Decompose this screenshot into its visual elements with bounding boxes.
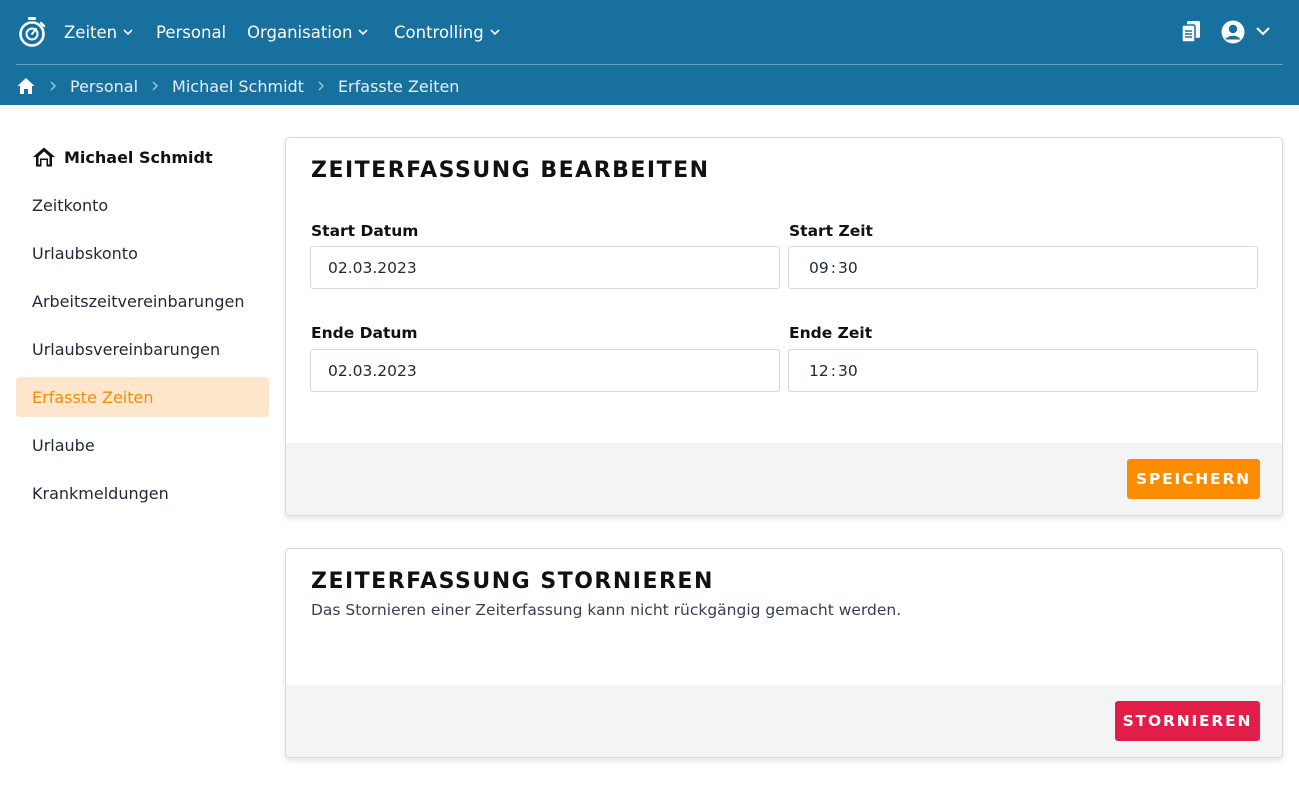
edit-time-entry-card: ZEITERFASSUNG BEARBEITEN Start Datum 02.… — [285, 137, 1283, 516]
top-navigation-bar: Zeiten Personal Organisation Controlling — [0, 0, 1299, 105]
breadcrumb-personal[interactable]: Personal — [70, 77, 138, 96]
sidebar-item-urlaube[interactable]: Urlaube — [16, 425, 269, 465]
start-time-input[interactable]: 09 : 30 — [788, 246, 1258, 289]
sidebar-item-label: Krankmeldungen — [32, 483, 169, 503]
breadcrumb-current[interactable]: Erfasste Zeiten — [338, 77, 460, 96]
start-date-input[interactable]: 02.03.2023 — [310, 246, 780, 289]
start-date-value: 02.03.2023 — [328, 258, 417, 277]
sidebar-item-label: Urlaubsvereinbarungen — [32, 339, 221, 359]
documents-icon[interactable] — [1180, 20, 1202, 44]
end-time-label: Ende Zeit — [789, 324, 873, 342]
end-time-hours[interactable]: 12 — [809, 362, 829, 380]
sidebar-item-label: Zeitkonto — [32, 195, 109, 215]
cancel-time-entry-card: ZEITERFASSUNG STORNIEREN Das Stornieren … — [285, 548, 1283, 758]
user-avatar-icon — [1221, 20, 1270, 44]
nav-personal[interactable]: Personal — [156, 20, 226, 44]
home-icon[interactable] — [16, 76, 36, 96]
nav-controlling[interactable]: Controlling — [394, 20, 501, 44]
nav-organisation[interactable]: Organisation — [247, 20, 369, 44]
nav-personal-label: Personal — [156, 22, 227, 42]
start-time-minutes[interactable]: 30 — [838, 259, 858, 277]
sidebar-item-label: Erfasste Zeiten — [32, 387, 154, 407]
sidebar-item-label: Urlaube — [32, 435, 95, 455]
save-button[interactable]: SPEICHERN — [1127, 459, 1260, 499]
start-time-hours[interactable]: 09 — [809, 259, 829, 277]
breadcrumb-employee[interactable]: Michael Schmidt — [172, 77, 304, 96]
breadcrumb: Personal Michael Schmidt Erfasste Zeiten — [16, 74, 459, 98]
cancel-card-title: ZEITERFASSUNG STORNIEREN — [311, 569, 714, 594]
cancel-description: Das Stornieren einer Zeiterfassung kann … — [311, 601, 902, 619]
employee-sidebar: Michael Schmidt Zeitkonto Urlaubskonto A… — [16, 137, 269, 513]
edit-card-footer: SPEICHERN — [286, 443, 1282, 515]
chevron-right-icon — [318, 81, 324, 91]
sidebar-item-urlaubsvereinbarungen[interactable]: Urlaubsvereinbarungen — [16, 329, 269, 369]
sidebar-item-label: Urlaubskonto — [32, 243, 138, 263]
start-date-label: Start Datum — [311, 222, 419, 240]
sidebar-item-urlaubskonto[interactable]: Urlaubskonto — [16, 233, 269, 273]
sidebar-item-zeitkonto[interactable]: Zeitkonto — [16, 185, 269, 225]
end-time-input[interactable]: 12 : 30 — [788, 349, 1258, 392]
stopwatch-logo-icon[interactable] — [17, 16, 47, 48]
sidebar-item-arbeitszeitvereinbarungen[interactable]: Arbeitszeitvereinbarungen — [16, 281, 269, 321]
chevron-right-icon — [152, 81, 159, 91]
header-divider — [16, 64, 1283, 65]
chevron-down-icon — [358, 29, 368, 36]
edit-card-title: ZEITERFASSUNG BEARBEITEN — [311, 158, 710, 183]
chevron-down-icon — [490, 29, 500, 36]
end-date-label: Ende Datum — [311, 324, 418, 342]
chevron-down-icon — [123, 29, 133, 36]
nav-controlling-label: Controlling — [394, 22, 484, 42]
time-separator: : — [830, 361, 836, 380]
nav-zeiten[interactable]: Zeiten — [64, 20, 134, 44]
end-date-value: 02.03.2023 — [328, 361, 417, 380]
house-icon — [33, 147, 55, 167]
start-time-label: Start Zeit — [789, 222, 873, 240]
nav-zeiten-label: Zeiten — [64, 22, 118, 42]
time-separator: : — [830, 258, 836, 277]
end-date-input[interactable]: 02.03.2023 — [310, 349, 780, 392]
sidebar-title[interactable]: Michael Schmidt — [16, 137, 269, 177]
sidebar-item-label: Arbeitszeitvereinbarungen — [32, 291, 245, 311]
user-menu[interactable] — [1219, 18, 1275, 46]
sidebar-title-label: Michael Schmidt — [64, 147, 213, 167]
cancel-entry-button[interactable]: STORNIEREN — [1115, 701, 1260, 741]
sidebar-item-erfasste-zeiten[interactable]: Erfasste Zeiten — [16, 377, 269, 417]
cancel-card-footer: STORNIEREN — [286, 685, 1282, 757]
main-nav: Zeiten Personal Organisation Controlling — [0, 0, 1299, 64]
end-time-minutes[interactable]: 30 — [838, 362, 858, 380]
nav-organisation-label: Organisation — [247, 22, 353, 42]
sidebar-item-krankmeldungen[interactable]: Krankmeldungen — [16, 473, 269, 513]
chevron-right-icon — [50, 81, 56, 91]
